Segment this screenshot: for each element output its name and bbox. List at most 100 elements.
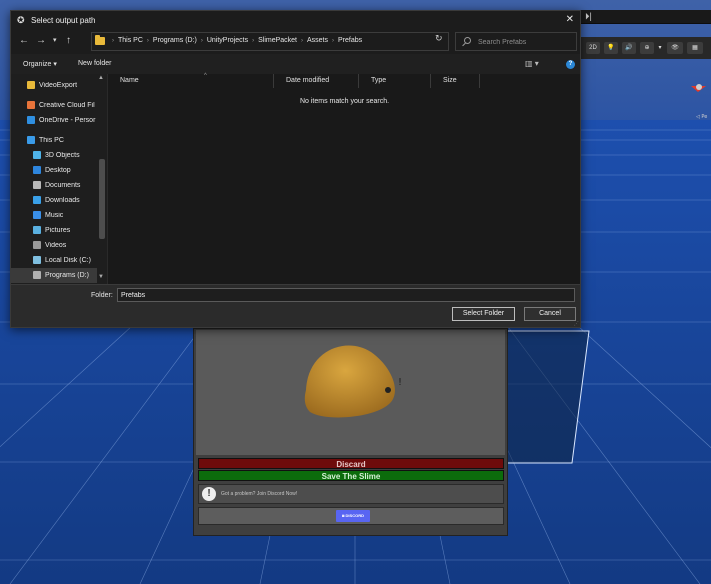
lighting-icon[interactable]: 💡 (604, 42, 618, 54)
svg-text:!: ! (398, 377, 402, 388)
sort-ascending-icon: ^ (204, 73, 207, 79)
nav-item[interactable]: VideoExport (11, 78, 97, 93)
path-field[interactable]: › This PC › Programs (D:) › UnityProject… (91, 32, 503, 51)
nav-item[interactable]: Pictures (11, 223, 97, 238)
nav-item[interactable]: This PC (11, 133, 97, 148)
breadcrumb-unityprojects[interactable]: UnityProjects (207, 37, 248, 44)
dialog-titlebar[interactable]: ✪ Select output path ✕ (11, 11, 580, 30)
chevron-up-icon[interactable]: ▲ (98, 75, 104, 81)
close-icon[interactable]: ✕ (566, 14, 574, 25)
audio-icon[interactable]: 🔊 (622, 42, 636, 54)
column-name-label: Name (120, 77, 139, 84)
visibility-icon[interactable]: 👁 (667, 42, 683, 54)
nav-item-label: Local Disk (C:) (45, 257, 91, 264)
nav-item-label: Music (45, 212, 64, 219)
nav-item[interactable]: 3D Objects (11, 148, 97, 163)
column-header-name[interactable]: Name ^ (108, 73, 274, 88)
recent-locations-icon[interactable]: ▾ (53, 36, 57, 46)
forward-icon[interactable]: → (36, 36, 46, 46)
nav-item[interactable]: Local Disk (C:) (11, 253, 97, 268)
column-date-label: Date modified (286, 77, 330, 84)
folder-icon (27, 81, 35, 89)
grid-icon[interactable]: ▦ (687, 42, 703, 54)
new-folder-button[interactable]: New folder (78, 60, 111, 67)
nav-item-label: 3D Objects (45, 152, 80, 159)
drive-icon (33, 271, 41, 279)
chevron-down-icon[interactable]: ▼ (98, 274, 104, 280)
command-bar: Organize ▾ New folder ▥ ▾ ? (11, 54, 580, 74)
resize-grip-icon[interactable]: ⋰ (574, 321, 579, 327)
up-icon[interactable]: ↑ (66, 36, 71, 46)
column-header-size[interactable]: Size (431, 74, 480, 88)
nav-item-label: Desktop (45, 167, 71, 174)
column-header-date[interactable]: Date modified (274, 74, 359, 88)
nav-item-label: VideoExport (39, 82, 78, 89)
computer-icon (27, 136, 35, 144)
2d-toggle-button[interactable]: 2D (586, 42, 600, 54)
folder-label: Folder: (91, 292, 113, 299)
nav-item-label: Pictures (45, 227, 71, 234)
nav-item[interactable]: Documents (11, 178, 97, 193)
column-type-label: Type (371, 77, 387, 84)
nav-item[interactable]: Creative Cloud Fil (11, 98, 97, 113)
nav-item[interactable]: Desktop (11, 163, 97, 178)
breadcrumb: › This PC › Programs (D:) › UnityProject… (112, 37, 363, 44)
select-folder-button[interactable]: Select Folder (452, 307, 515, 321)
refresh-icon[interactable]: ↻ (435, 33, 443, 44)
back-icon[interactable]: ← (19, 36, 29, 46)
dialog-title: Select output path (31, 16, 96, 25)
column-header-type[interactable]: Type (359, 74, 431, 88)
nav-item-label: Creative Cloud Fil (39, 102, 95, 109)
alert-icon: ! (202, 487, 216, 501)
discord-prompt-text: Got a problem? Join Discord Now! (221, 491, 298, 497)
desktop-icon (33, 166, 41, 174)
nav-scroll-thumb[interactable] (99, 159, 105, 239)
nav-item-label: Downloads (45, 197, 80, 204)
cancel-button[interactable]: Cancel (524, 307, 576, 321)
nav-item-label: OneDrive - Persor (39, 117, 96, 124)
discard-button[interactable]: Discard (198, 458, 504, 469)
scene-gizmo-icon[interactable]: ◁ Pe (686, 78, 711, 123)
breadcrumb-this-pc[interactable]: This PC (118, 37, 143, 44)
slime-preview: ! (196, 330, 505, 455)
nav-item[interactable]: Videos (11, 238, 97, 253)
chevron-down-icon[interactable]: ▾ (656, 42, 664, 54)
nav-item[interactable]: OneDrive - Persor (11, 113, 97, 128)
discord-row: ◙ DISCORD (198, 507, 504, 525)
nav-item-label: Documents (45, 182, 81, 189)
video-icon (33, 241, 41, 249)
folder-name-input[interactable] (117, 288, 575, 302)
drive-icon (33, 256, 41, 264)
onedrive-icon (27, 116, 35, 124)
dialog-footer: Folder: Select Folder Cancel ⋰ (11, 284, 580, 327)
cube-icon (33, 151, 41, 159)
play-icon[interactable]: ⏵| (585, 11, 592, 22)
unity-logo-icon: ✪ (17, 15, 25, 25)
slime-save-panel: ! Discard Save The Slime ! Got a problem… (193, 328, 508, 536)
breadcrumb-prefabs[interactable]: Prefabs (338, 37, 362, 44)
discord-button[interactable]: ◙ DISCORD (336, 510, 370, 522)
navigation-pane: VideoExport Creative Cloud Fil OneDrive - … (11, 74, 107, 284)
nav-item-label: This PC (39, 137, 64, 144)
organize-menu[interactable]: Organize ▾ (23, 60, 57, 68)
help-icon[interactable]: ? (566, 60, 575, 69)
breadcrumb-programs[interactable]: Programs (D:) (153, 37, 197, 44)
search-box (455, 32, 577, 51)
nav-item[interactable]: Programs (D:) (11, 268, 97, 283)
folder-icon (95, 35, 105, 45)
column-size-label: Size (443, 77, 457, 84)
creative-cloud-icon (27, 101, 35, 109)
search-input[interactable] (478, 36, 573, 48)
breadcrumb-slimepacket[interactable]: SlimePacket (258, 37, 297, 44)
breadcrumb-assets[interactable]: Assets (307, 37, 328, 44)
nav-item-label: Programs (D:) (45, 272, 89, 279)
effects-icon[interactable]: ⊕ (640, 42, 654, 54)
nav-item[interactable]: Downloads (11, 193, 97, 208)
unity-tab-strip: ⏵| (581, 10, 711, 24)
view-options-icon[interactable]: ▥ ▾ (525, 59, 539, 68)
nav-scrollbar[interactable]: ▲ ▼ (97, 74, 107, 284)
scene-toolbar: 2D 💡 🔊 ⊕ ▾ 👁 ▦ (581, 37, 711, 59)
file-list[interactable]: Name ^ Date modified Type Size No items … (107, 73, 580, 284)
nav-item[interactable]: Music (11, 208, 97, 223)
save-slime-button[interactable]: Save The Slime (198, 470, 504, 481)
